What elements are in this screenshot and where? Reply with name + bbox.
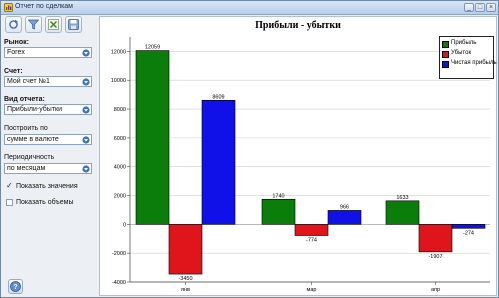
chevron-down-icon <box>82 136 90 144</box>
chevron-down-icon <box>82 49 90 57</box>
save-icon <box>68 19 79 30</box>
legend-swatch <box>442 51 449 58</box>
checkmark-icon: ✓ <box>6 181 13 190</box>
chevron-down-icon <box>82 165 90 173</box>
build-by-label: Построить по <box>4 125 48 132</box>
refresh-icon <box>9 19 18 29</box>
data-label: 1740 <box>272 193 284 199</box>
y-tick-label: 6000 <box>114 136 126 142</box>
close-button[interactable]: × <box>486 3 496 12</box>
y-tick-label: 10000 <box>111 78 126 84</box>
save-button[interactable] <box>65 16 82 33</box>
excel-icon <box>48 19 59 30</box>
window-title: Отчет по сделкам <box>15 3 73 10</box>
y-tick-label: -4000 <box>112 280 126 286</box>
chart-legend: Прибыль Убыток Чистая прибыль <box>439 36 497 79</box>
app-icon <box>4 3 13 12</box>
report-type-select-value: Прибыли-убытки <box>7 106 62 113</box>
help-button[interactable]: ? <box>8 279 23 294</box>
toolbar <box>3 16 113 34</box>
filter-button[interactable] <box>25 16 42 33</box>
filter-icon <box>28 19 39 30</box>
legend-label: Убыток <box>451 50 472 56</box>
y-tick-label: 2000 <box>114 194 126 200</box>
y-tick-label: 4000 <box>114 165 126 171</box>
data-label: 8609 <box>212 94 224 100</box>
account-select-value: Мой счет №1 <box>7 78 50 85</box>
report-type-label: Вид отчета: <box>4 96 45 103</box>
show-volumes-label: Показать объемы <box>16 199 74 206</box>
chart-area: Прибыли - убытки -4000 -2000 0 2000 4000 6000… <box>99 16 497 296</box>
data-label: -3450 <box>178 276 192 282</box>
show-values-label: Показать значения <box>16 183 78 190</box>
profit-bar <box>261 198 296 225</box>
legend-swatch <box>442 41 449 48</box>
periodicity-label: Периодичность <box>4 154 55 161</box>
account-select[interactable]: Мой счет №1 <box>4 76 92 87</box>
profit-bar <box>135 50 170 225</box>
help-icon: ? <box>10 281 21 292</box>
legend-swatch <box>442 61 449 68</box>
x-tick-label: мар <box>307 287 317 293</box>
data-label: -274 <box>463 230 474 236</box>
market-label: Рынок: <box>4 39 29 46</box>
net-profit-bar <box>201 99 236 225</box>
minimize-button[interactable]: _ <box>464 3 474 12</box>
data-label: 12059 <box>145 45 160 51</box>
legend-label: Чистая прибыль <box>451 60 497 66</box>
net-profit-bar <box>327 210 362 225</box>
data-label: 966 <box>340 204 349 210</box>
loss-bar <box>418 224 453 253</box>
checkbox-box <box>6 199 13 206</box>
chevron-down-icon <box>82 106 90 114</box>
profit-bar <box>385 200 420 225</box>
build-by-select[interactable]: сумме в валюте <box>4 134 92 145</box>
data-label: -774 <box>306 238 317 244</box>
report-type-select[interactable]: Прибыли-убытки <box>4 104 92 115</box>
loss-bar <box>168 224 203 275</box>
market-select-value: Forex <box>7 49 25 56</box>
svg-text:?: ? <box>13 284 17 291</box>
chevron-down-icon <box>82 78 90 86</box>
title-bar: Отчет по сделкам _ □ × <box>1 1 498 15</box>
export-excel-button[interactable] <box>45 16 62 33</box>
y-tick-label: 8000 <box>114 107 126 113</box>
report-window: Отчет по сделкам _ □ × Рынок: Forex Счет… <box>0 0 499 298</box>
x-tick-label: янв <box>181 287 190 293</box>
bar-chart: -4000 -2000 0 2000 4000 6000 8000 10000 12000 120… <box>111 37 490 293</box>
y-tick-label: -2000 <box>112 251 126 257</box>
y-tick-label: 0 <box>123 222 126 228</box>
y-tick-label: 12000 <box>111 49 126 55</box>
maximize-button[interactable]: □ <box>475 3 485 12</box>
periodicity-select-value: по месяцам <box>7 165 46 172</box>
build-by-select-value: сумме в валюте <box>7 136 59 143</box>
data-label: -1907 <box>428 254 442 260</box>
periodicity-select[interactable]: по месяцам <box>4 163 92 174</box>
data-label: 1633 <box>396 195 408 201</box>
market-select[interactable]: Forex <box>4 47 92 58</box>
refresh-button[interactable] <box>5 16 22 33</box>
loss-bar <box>294 224 329 236</box>
legend-label: Прибыль <box>451 40 477 46</box>
x-tick-label: апр <box>431 287 440 293</box>
net-profit-bar <box>451 224 486 229</box>
account-label: Счет: <box>4 68 23 75</box>
